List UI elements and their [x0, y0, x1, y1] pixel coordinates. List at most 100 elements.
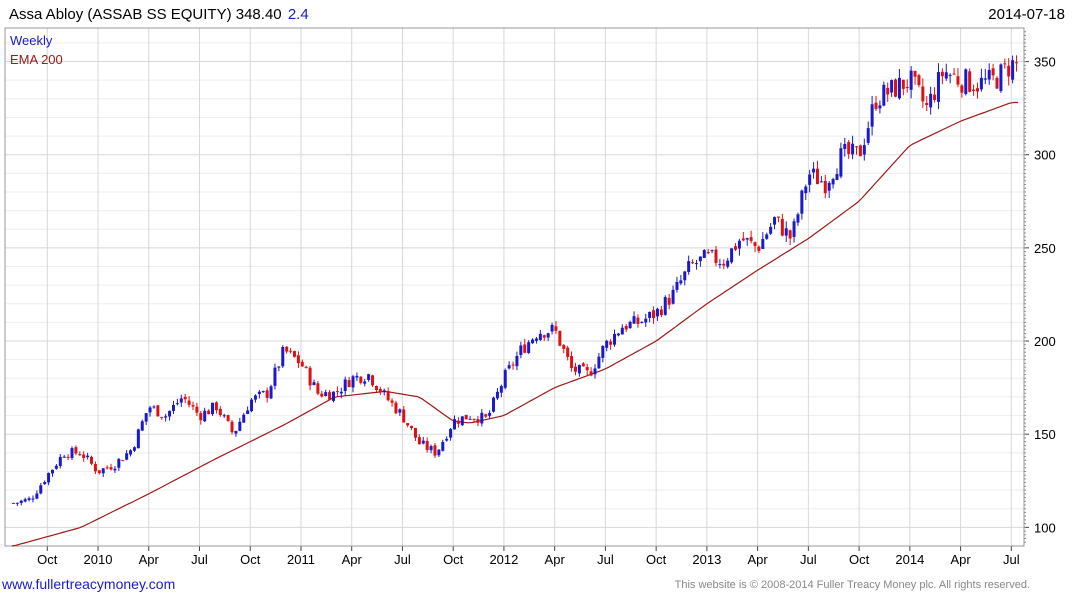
x-tick-label: Apr	[342, 552, 363, 567]
x-tick-label: Jul	[800, 552, 817, 567]
candle-body	[616, 333, 620, 336]
candle-body	[667, 297, 671, 305]
candle-body	[183, 396, 187, 400]
candle-body	[207, 410, 211, 415]
candle-body	[460, 416, 464, 426]
candle-body	[956, 76, 960, 85]
candle-body	[320, 393, 324, 397]
candle-body	[132, 447, 136, 451]
candle-body	[136, 429, 140, 449]
candle-body	[929, 93, 933, 108]
candle-body	[718, 264, 722, 266]
candle-body	[722, 263, 726, 266]
candle-body	[429, 446, 433, 451]
candle-body	[324, 392, 328, 396]
candle-body	[125, 453, 129, 460]
candle-body	[769, 226, 773, 234]
candle-body	[632, 316, 636, 324]
candle-body	[706, 252, 710, 254]
x-tick-label: Apr	[748, 552, 769, 567]
candle-body	[11, 503, 15, 505]
candle-body	[452, 419, 456, 430]
candle-body	[86, 455, 90, 458]
candle-body	[987, 69, 991, 80]
candle-body	[507, 365, 511, 369]
candle-body	[43, 482, 47, 485]
x-tick-label: Oct	[37, 552, 58, 567]
candle-body	[531, 339, 535, 344]
candle-body	[854, 146, 858, 148]
y-tick-label: 250	[1034, 241, 1056, 256]
candle-body	[749, 237, 753, 241]
candle-body	[933, 94, 937, 100]
candle-body	[523, 344, 527, 353]
candle-body	[488, 412, 492, 416]
candle-body	[995, 77, 999, 89]
candle-body	[273, 367, 277, 386]
candle-body	[101, 468, 105, 474]
candle-body	[331, 391, 335, 401]
candle-body	[386, 391, 390, 401]
candle-body	[312, 382, 316, 386]
candle-body	[464, 414, 468, 420]
candle-body	[445, 438, 449, 441]
candle-body	[894, 79, 898, 97]
candle-body	[47, 473, 51, 483]
candle-body	[761, 239, 765, 249]
candle-body	[382, 390, 386, 392]
candle-body	[558, 330, 562, 346]
legend-entry: Weekly	[10, 33, 53, 48]
candle-body	[534, 338, 538, 341]
candle-body	[308, 367, 312, 386]
candle-body	[944, 72, 948, 79]
candle-body	[968, 71, 972, 92]
candle-body	[234, 430, 238, 434]
candle-body	[1015, 62, 1019, 64]
candle-body	[472, 418, 476, 420]
candle-body	[784, 228, 788, 236]
candle-body	[870, 104, 874, 127]
site-link[interactable]: www.fullertreacymoney.com	[2, 576, 175, 592]
candle-body	[468, 418, 472, 420]
candle-body	[890, 80, 894, 93]
candle-body	[827, 182, 831, 191]
candle-body	[979, 77, 983, 90]
candle-body	[250, 399, 254, 412]
legend-entry: EMA 200	[10, 52, 63, 67]
candle-body	[1007, 65, 1011, 77]
candle-body	[917, 75, 921, 86]
candle-body	[948, 74, 952, 76]
candle-body	[62, 456, 66, 458]
candle-body	[179, 398, 183, 403]
candle-body	[74, 447, 78, 454]
candle-body	[105, 467, 109, 469]
candle-body	[542, 335, 546, 338]
candle-body	[343, 379, 347, 391]
candle-body	[117, 458, 121, 468]
candle-body	[304, 366, 308, 368]
candle-body	[1011, 60, 1015, 80]
candle-body	[874, 102, 878, 109]
candle-body	[897, 77, 901, 99]
candle-body	[964, 69, 968, 94]
candle-body	[511, 364, 515, 366]
candle-body	[714, 249, 718, 264]
candle-body	[214, 402, 218, 411]
candle-body	[316, 383, 320, 394]
candle-body	[289, 350, 293, 352]
x-tick-label: Jul	[191, 552, 208, 567]
candle-body	[398, 409, 402, 413]
candle-body	[296, 355, 300, 364]
candle-body	[745, 238, 749, 240]
candle-body	[843, 143, 847, 149]
candle-body	[503, 370, 507, 388]
candle-body	[175, 403, 179, 405]
candle-body	[140, 421, 144, 431]
candle-body	[757, 246, 761, 251]
copyright-notice: This website is © 2008-2014 Fuller Treac…	[674, 579, 1030, 591]
candle-body	[195, 406, 199, 413]
candle-body	[328, 392, 332, 400]
candle-body	[378, 388, 382, 393]
candle-body	[655, 308, 659, 317]
x-tick-label: Apr	[950, 552, 971, 567]
